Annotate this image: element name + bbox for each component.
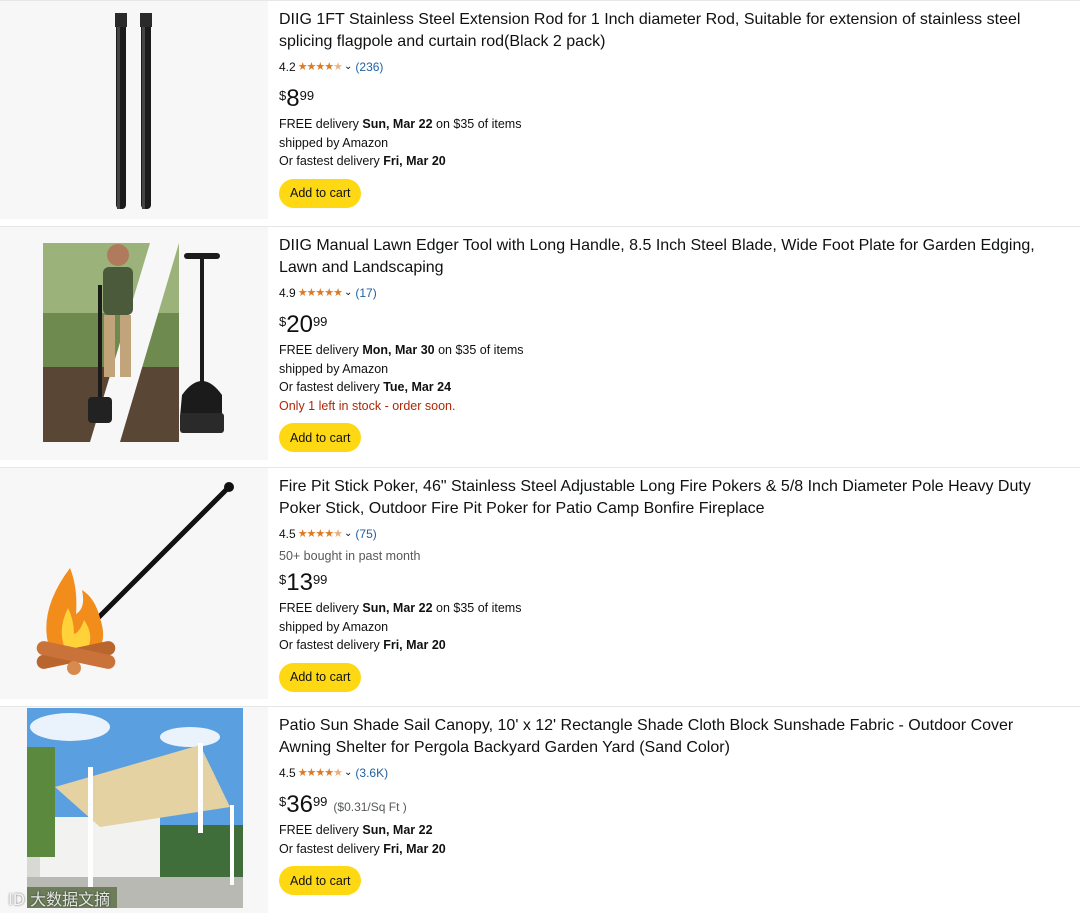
price: $36 99 ($0.31/Sq Ft ) bbox=[279, 791, 1066, 821]
product-title[interactable]: DIIG 1FT Stainless Steel Extension Rod f… bbox=[279, 9, 1066, 53]
star-rating-icon[interactable]: ★★★★★ bbox=[298, 59, 343, 75]
bought-count: 50+ bought in past month bbox=[279, 549, 421, 563]
price: $20 99 bbox=[279, 311, 1066, 341]
fastest-date: Fri, Mar 20 bbox=[383, 841, 446, 856]
review-count-link[interactable]: (236) bbox=[355, 59, 383, 75]
search-results: DIIG 1FT Stainless Steel Extension Rod f… bbox=[0, 0, 1080, 919]
currency-symbol: $ bbox=[279, 572, 287, 587]
watermark: ID 大数据文摘 bbox=[8, 890, 111, 909]
add-to-cart-button[interactable]: Add to cart bbox=[279, 423, 362, 452]
price: $13 99 bbox=[279, 569, 1066, 599]
shade-sail-image[interactable] bbox=[0, 707, 268, 913]
currency-symbol: $ bbox=[279, 88, 287, 103]
price-whole: 8 bbox=[286, 85, 300, 112]
star-rating-icon[interactable]: ★★★★★ bbox=[298, 526, 343, 542]
fastest-delivery: Or fastest delivery Tue, Mar 24 bbox=[279, 378, 1066, 397]
delivery-info: FREE delivery Sun, Mar 22 on $35 of item… bbox=[279, 599, 1066, 618]
delivery-date: Sun, Mar 22 bbox=[362, 601, 433, 615]
add-to-cart-button[interactable]: Add to cart bbox=[279, 866, 362, 895]
rating-value: 4.2 bbox=[279, 60, 296, 74]
product-title[interactable]: Fire Pit Stick Poker, 46" Stainless Stee… bbox=[279, 476, 1066, 520]
shipped-by: shipped by Amazon bbox=[279, 135, 389, 150]
fastest-prefix: Or fastest delivery bbox=[279, 841, 384, 856]
extension-rod-image[interactable] bbox=[0, 1, 268, 219]
currency-symbol: $ bbox=[279, 314, 287, 329]
delivery-date: Sun, Mar 22 bbox=[362, 117, 433, 131]
delivery-info: FREE delivery Mon, Mar 30 on $35 of item… bbox=[279, 341, 1066, 360]
chevron-down-icon[interactable]: ⌄ bbox=[344, 765, 352, 781]
star-rating-icon[interactable]: ★★★★★ bbox=[298, 285, 343, 301]
fastest-delivery: Or fastest delivery Fri, Mar 20 bbox=[279, 840, 1066, 859]
delivery-suffix: on $35 of items bbox=[434, 343, 524, 357]
review-count-link[interactable]: (17) bbox=[355, 285, 376, 301]
rating-row: 4.9 ★★★★★ ⌄ (17) bbox=[279, 285, 1066, 301]
delivery-suffix: on $35 of items bbox=[432, 601, 522, 615]
review-count-link[interactable]: (3.6K) bbox=[355, 765, 388, 781]
product-card: Patio Sun Shade Sail Canopy, 10' x 12' R… bbox=[0, 706, 1080, 913]
fastest-prefix: Or fastest delivery bbox=[279, 638, 384, 652]
delivery-info: FREE delivery Sun, Mar 22 bbox=[279, 821, 1066, 840]
rating-value: 4.5 bbox=[279, 527, 296, 541]
add-to-cart-button[interactable]: Add to cart bbox=[279, 662, 362, 692]
delivery-date: Mon, Mar 30 bbox=[362, 343, 435, 357]
rating-row: 4.5 ★★★★ ★ ⌄ (3.6K) bbox=[279, 765, 1066, 781]
delivery-suffix: on $35 of items bbox=[432, 117, 522, 131]
rating-row: 4.5 ★★★★ ★ ⌄ (75) bbox=[279, 526, 1066, 542]
chevron-down-icon[interactable]: ⌄ bbox=[344, 285, 352, 301]
fastest-delivery: Or fastest delivery Fri, Mar 20 bbox=[279, 152, 1066, 171]
product-card: DIIG Manual Lawn Edger Tool with Long Ha… bbox=[0, 226, 1080, 460]
product-card: Fire Pit Stick Poker, 46" Stainless Stee… bbox=[0, 467, 1080, 699]
fastest-delivery: Or fastest delivery Fri, Mar 20 bbox=[279, 636, 1066, 655]
review-count-link[interactable]: (75) bbox=[355, 526, 376, 542]
price: $8 99 bbox=[279, 85, 1066, 115]
star-rating-icon[interactable]: ★★★★★ bbox=[298, 765, 343, 781]
shipped-by: shipped by Amazon bbox=[279, 361, 389, 376]
product-card: DIIG 1FT Stainless Steel Extension Rod f… bbox=[0, 0, 1080, 219]
currency-symbol: $ bbox=[279, 794, 287, 809]
fastest-date: Fri, Mar 20 bbox=[383, 638, 446, 652]
chevron-down-icon[interactable]: ⌄ bbox=[344, 526, 352, 542]
fastest-date: Fri, Mar 20 bbox=[383, 154, 446, 168]
unit-price: ($0.31/Sq Ft ) bbox=[333, 800, 407, 814]
shipped-by: shipped by Amazon bbox=[279, 619, 389, 634]
price-fraction: 99 bbox=[299, 88, 315, 103]
price-fraction: 99 bbox=[312, 572, 328, 587]
fastest-prefix: Or fastest delivery bbox=[279, 154, 384, 168]
price-whole: 20 bbox=[286, 311, 313, 338]
delivery-prefix: FREE delivery bbox=[279, 601, 363, 615]
rating-value: 4.5 bbox=[279, 766, 296, 780]
price-fraction: 99 bbox=[312, 314, 328, 329]
fastest-date: Tue, Mar 24 bbox=[383, 380, 452, 394]
lawn-edger-image[interactable] bbox=[0, 227, 268, 460]
delivery-prefix: FREE delivery bbox=[279, 823, 363, 837]
add-to-cart-button[interactable]: Add to cart bbox=[279, 178, 362, 208]
price-fraction: 99 bbox=[312, 794, 328, 809]
delivery-info: FREE delivery Sun, Mar 22 on $35 of item… bbox=[279, 115, 1066, 134]
price-whole: 13 bbox=[286, 569, 313, 596]
rating-value: 4.9 bbox=[279, 286, 296, 300]
delivery-prefix: FREE delivery bbox=[279, 117, 363, 131]
rating-row: 4.2 ★★★★ ★ ⌄ (236) bbox=[279, 59, 1066, 75]
delivery-prefix: FREE delivery bbox=[279, 343, 363, 357]
product-title[interactable]: Patio Sun Shade Sail Canopy, 10' x 12' R… bbox=[279, 715, 1066, 759]
price-whole: 36 bbox=[286, 791, 313, 818]
delivery-date: Sun, Mar 22 bbox=[362, 823, 433, 837]
stock-warning: Only 1 left in stock - order soon. bbox=[279, 398, 456, 413]
fire-poker-image[interactable] bbox=[0, 468, 268, 699]
product-title[interactable]: DIIG Manual Lawn Edger Tool with Long Ha… bbox=[279, 235, 1066, 279]
chevron-down-icon[interactable]: ⌄ bbox=[344, 59, 352, 75]
fastest-prefix: Or fastest delivery bbox=[279, 380, 384, 394]
